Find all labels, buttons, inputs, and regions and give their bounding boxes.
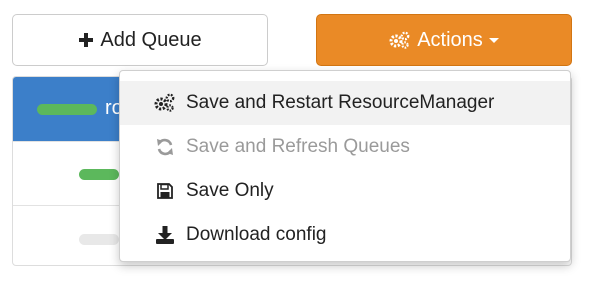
capacity-bar xyxy=(79,234,119,245)
gears-icon xyxy=(154,92,176,114)
actions-label: Actions xyxy=(417,28,483,51)
menu-item-save-refresh[interactable]: Save and Refresh Queues xyxy=(120,125,570,169)
capacity-bar xyxy=(79,169,119,180)
caret-down-icon xyxy=(488,37,499,43)
menu-item-save-only[interactable]: Save Only xyxy=(120,169,570,213)
menu-item-label: Save and Refresh Queues xyxy=(186,136,410,157)
actions-menu: Save and Restart ResourceManager Save an… xyxy=(119,70,571,262)
add-queue-label: Add Queue xyxy=(100,28,202,51)
actions-dropdown-button[interactable]: Actions xyxy=(316,14,572,66)
gears-icon xyxy=(389,31,411,49)
menu-item-label: Download config xyxy=(186,224,327,245)
save-icon xyxy=(154,180,176,202)
menu-item-label: Save Only xyxy=(186,180,274,201)
menu-item-label: Save and Restart ResourceManager xyxy=(186,92,495,113)
menu-item-save-restart[interactable]: Save and Restart ResourceManager xyxy=(120,81,570,125)
download-icon xyxy=(154,224,176,246)
menu-item-download-config[interactable]: Download config xyxy=(120,213,570,257)
add-queue-button[interactable]: Add Queue xyxy=(12,14,268,66)
plus-icon xyxy=(78,32,94,48)
capacity-bar xyxy=(37,104,97,115)
refresh-icon xyxy=(154,136,176,158)
